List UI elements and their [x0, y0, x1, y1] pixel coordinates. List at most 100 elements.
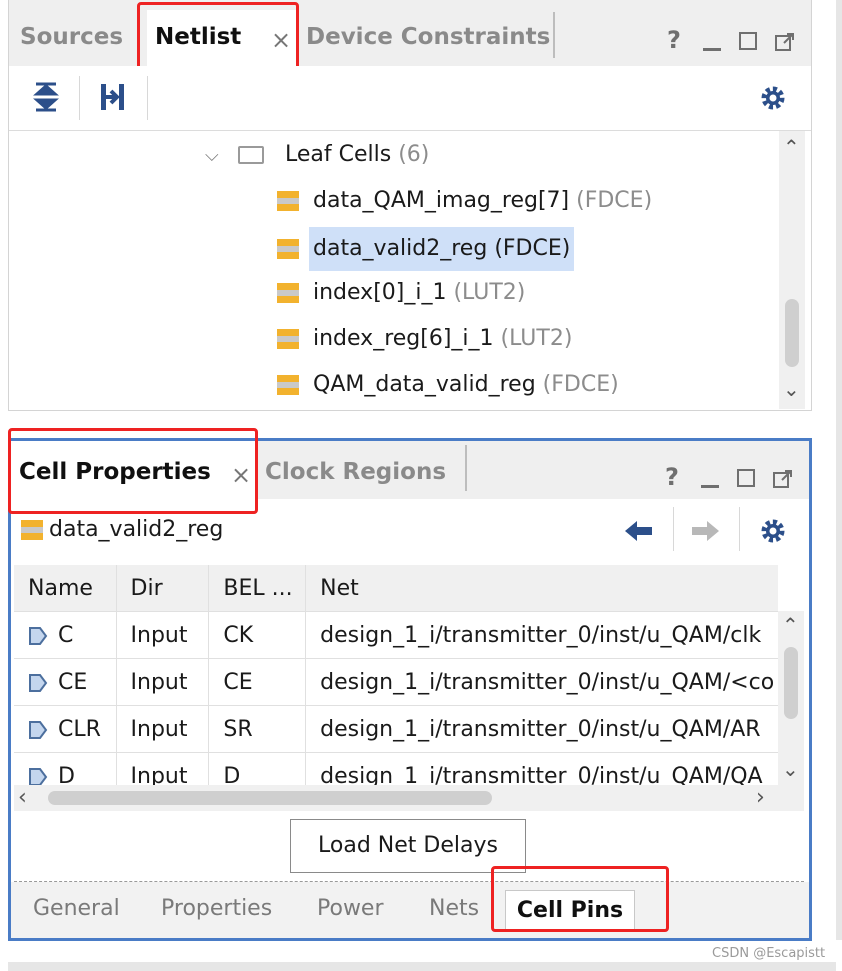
chevron-down-icon[interactable]: ⌵	[205, 137, 225, 175]
leaf-cell-icon	[277, 375, 299, 395]
pin-bel: CE	[208, 658, 307, 706]
scroll-up-icon[interactable]: ⌃	[782, 613, 799, 637]
tree-item-type: (FDCE)	[542, 372, 619, 397]
tree-item-type: (FDCE)	[576, 188, 653, 213]
tree-item-name: QAM_data_valid_reg	[313, 372, 536, 397]
netlist-panel: Sources Netlist × Device Constraints ? ⌵	[8, 0, 812, 411]
leaf-cell-icon	[277, 283, 299, 303]
table-row[interactable]: CE Input CE design_1_i/transmitter_0/ins…	[14, 658, 778, 706]
scroll-down-icon[interactable]: ⌄	[782, 757, 799, 781]
pin-name: CE	[58, 669, 88, 695]
tab-device-constraints[interactable]: Device Constraints	[306, 24, 550, 50]
float-icon[interactable]	[775, 32, 795, 56]
table-scroll-thumb[interactable]	[784, 647, 798, 719]
leaf-cell-icon	[21, 520, 43, 540]
minimize-icon[interactable]	[701, 485, 719, 488]
collapse-all-icon[interactable]	[33, 82, 59, 116]
settings-gear-icon[interactable]	[759, 84, 787, 116]
table-row[interactable]: C Input CK design_1_i/transmitter_0/inst…	[14, 611, 778, 659]
tab-separator	[465, 445, 467, 491]
pin-name-cell: CLR	[14, 705, 117, 753]
scroll-down-icon[interactable]: ⌄	[783, 377, 800, 401]
cell-pins-table: Name Dir BEL ... Net C Input CK design_1…	[14, 565, 778, 785]
input-pin-icon	[29, 673, 48, 692]
pin-bel: CK	[208, 611, 307, 659]
tree-item-type: (LUT2)	[453, 280, 526, 305]
cell-name-text: data_valid2_reg	[49, 517, 224, 542]
tab-properties[interactable]: Properties	[161, 896, 272, 921]
scroll-up-icon[interactable]: ⌃	[783, 135, 800, 159]
bottom-strip	[8, 962, 836, 971]
float-icon[interactable]	[773, 469, 793, 493]
maximize-icon[interactable]	[737, 469, 755, 487]
highlight-netlist-tab	[137, 2, 299, 74]
forward-arrow-icon[interactable]	[691, 519, 719, 547]
horizontal-scroll-thumb[interactable]	[48, 791, 492, 805]
watermark: CSDN @Escapistt	[712, 946, 826, 961]
tree-group-leaf-cells[interactable]: ⌵ Leaf Cells (6)	[205, 136, 429, 174]
highlight-cell-pins-tab	[491, 866, 669, 932]
tree-item-name: data_QAM_imag_reg[7]	[313, 188, 570, 213]
leaf-cell-icon	[277, 239, 299, 259]
column-header-net[interactable]: Net	[305, 565, 778, 612]
tab-general[interactable]: General	[33, 896, 120, 921]
pin-net: design_1_i/transmitter_0/inst/u_QAM/QA	[305, 752, 778, 785]
expand-icon[interactable]	[99, 82, 127, 116]
column-header-bel[interactable]: BEL ...	[208, 565, 307, 612]
help-icon[interactable]: ?	[667, 26, 681, 54]
pin-dir: Input	[116, 658, 210, 706]
nav-separator-2	[739, 507, 740, 551]
input-pin-icon	[29, 720, 48, 739]
highlight-cell-properties-tab	[8, 428, 258, 514]
pin-bel: SR	[208, 705, 307, 753]
window-divider	[836, 0, 842, 940]
toolbar-separator	[79, 76, 80, 120]
tab-sources[interactable]: Sources	[20, 24, 123, 50]
tree-item[interactable]: QAM_data_valid_reg (FDCE)	[277, 366, 619, 404]
table-horizontal-scrollbar[interactable]: ‹ ›	[14, 785, 804, 811]
load-net-delays-button[interactable]: Load Net Delays	[290, 819, 526, 873]
tree-vertical-scrollbar[interactable]: ⌃ ⌄	[779, 131, 805, 409]
maximize-icon[interactable]	[739, 32, 757, 50]
tree-item[interactable]: index_reg[6]_i_1 (LUT2)	[277, 320, 572, 358]
column-header-dir[interactable]: Dir	[116, 565, 210, 612]
tree-group-label: Leaf Cells	[285, 142, 392, 167]
tree-item[interactable]: index[0]_i_1 (LUT2)	[277, 274, 525, 312]
tree-item-selection: data_valid2_reg (FDCE)	[309, 227, 575, 271]
pins-table-viewport: Name Dir BEL ... Net C Input CK design_1…	[14, 565, 778, 785]
toolbar-separator-2	[147, 76, 148, 120]
table-row[interactable]: CLR Input SR design_1_i/transmitter_0/in…	[14, 705, 778, 753]
tab-clock-regions[interactable]: Clock Regions	[265, 459, 446, 485]
tree-item[interactable]: data_QAM_imag_reg[7] (FDCE)	[277, 182, 652, 220]
pin-name: D	[58, 763, 75, 786]
table-header-row: Name Dir BEL ... Net	[14, 565, 778, 612]
tree-scroll-thumb[interactable]	[785, 299, 799, 367]
leaf-cell-icon	[277, 191, 299, 211]
input-pin-icon	[29, 626, 48, 645]
table-vertical-scrollbar[interactable]: ⌃ ⌄	[778, 611, 804, 785]
table-row[interactable]: D Input D design_1_i/transmitter_0/inst/…	[14, 752, 778, 786]
column-header-name[interactable]: Name	[14, 565, 117, 612]
tree-item-selected[interactable]: data_valid2_reg (FDCE)	[277, 227, 575, 271]
tab-power[interactable]: Power	[317, 896, 384, 921]
scroll-left-icon[interactable]: ‹	[18, 785, 27, 810]
tree-group-count: (6)	[398, 142, 430, 167]
minimize-icon[interactable]	[703, 48, 721, 51]
settings-gear-icon[interactable]	[759, 517, 787, 549]
scroll-right-icon[interactable]: ›	[756, 785, 765, 810]
bottom-tab-bar: General Properties Power Nets Cell Pins	[11, 882, 809, 938]
tree-item-type: (LUT2)	[500, 326, 573, 351]
tree-item-name: data_valid2_reg	[313, 236, 488, 261]
pin-dir: Input	[116, 705, 210, 753]
pin-name-cell: D	[14, 752, 117, 786]
pin-dir: Input	[116, 611, 210, 659]
tree-item-name: index_reg[6]_i_1	[313, 326, 494, 351]
back-arrow-icon[interactable]	[625, 519, 653, 547]
pin-net: design_1_i/transmitter_0/inst/u_QAM/AR	[305, 705, 778, 753]
pin-name: CLR	[58, 716, 101, 742]
tab-nets[interactable]: Nets	[429, 896, 479, 921]
tree-item-name: index[0]_i_1	[313, 280, 447, 305]
netlist-toolbar	[9, 66, 811, 131]
input-pin-icon	[29, 767, 48, 785]
help-icon[interactable]: ?	[665, 463, 679, 491]
